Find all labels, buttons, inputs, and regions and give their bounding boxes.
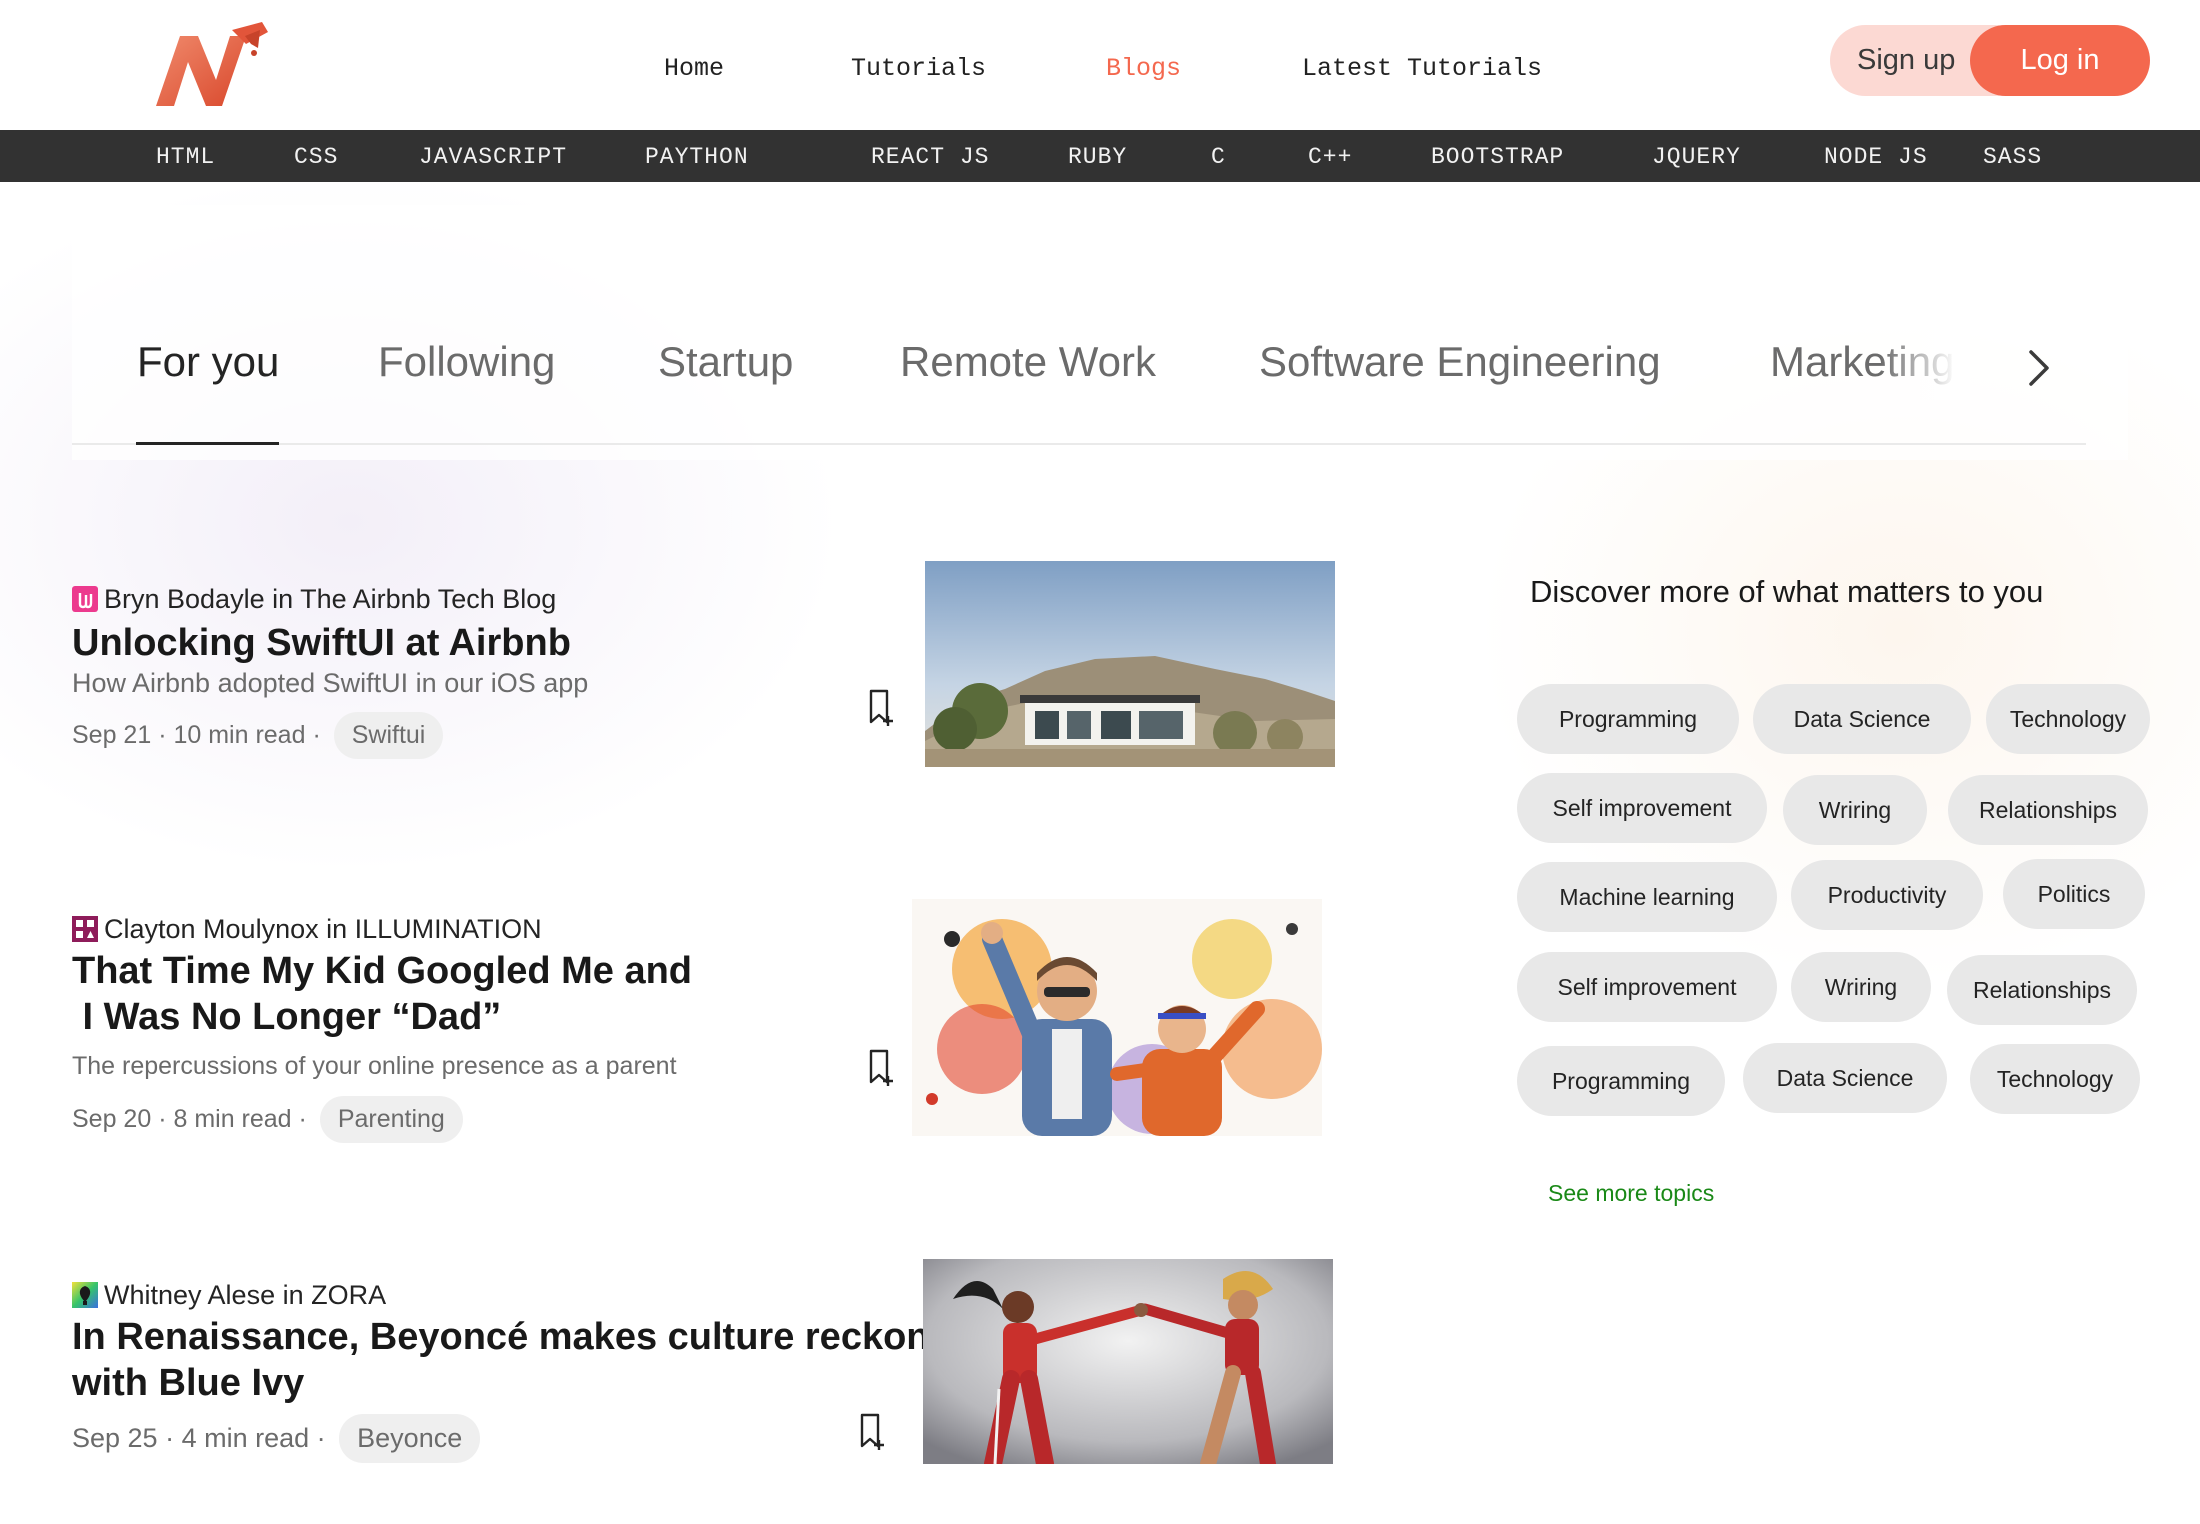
category-cpp[interactable]: C++ bbox=[1308, 144, 1352, 170]
topic-chip[interactable]: Programming bbox=[1517, 684, 1739, 754]
article-meta: Sep 25 · 4 min read · Beyonce bbox=[72, 1414, 481, 1463]
illumination-publication-icon bbox=[72, 916, 98, 942]
topic-chip[interactable]: Programming bbox=[1517, 1046, 1725, 1116]
topic-chip[interactable]: Data Science bbox=[1753, 684, 1971, 754]
article-subtitle: How Airbnb adopted SwiftUI in our iOS ap… bbox=[72, 668, 589, 698]
article-read-time: 8 min read bbox=[173, 1105, 292, 1133]
article-thumbnail[interactable] bbox=[923, 1259, 1333, 1464]
discover-title: Discover more of what matters to you bbox=[1530, 574, 2044, 609]
article-title-line: with Blue Ivy bbox=[72, 1362, 305, 1404]
airbnb-publication-icon bbox=[72, 586, 98, 612]
topic-chip[interactable]: Technology bbox=[1970, 1044, 2140, 1114]
topic-chip[interactable]: Relationships bbox=[1948, 775, 2148, 845]
tab-following[interactable]: Following bbox=[378, 338, 555, 386]
meta-separator: · bbox=[309, 1423, 334, 1453]
article-read-time: 10 min read bbox=[173, 721, 306, 749]
meta-separator: · bbox=[305, 721, 328, 749]
bookmark-add-icon[interactable] bbox=[857, 1412, 887, 1452]
topic-chip[interactable]: Relationships bbox=[1947, 955, 2137, 1025]
article-title[interactable]: Unlocking SwiftUI at Airbnb bbox=[72, 620, 571, 666]
login-button[interactable]: Log in bbox=[1970, 25, 2150, 96]
topic-chip[interactable]: Politics bbox=[2003, 859, 2145, 929]
article-read-time: 4 min read bbox=[181, 1423, 310, 1453]
category-bar: HTML CSS JAVASCRIPT PAYTHON REACT JS RUB… bbox=[0, 130, 2200, 182]
topic-chip[interactable]: Self improvement bbox=[1517, 773, 1767, 843]
meta-separator: · bbox=[151, 721, 174, 749]
topic-chip[interactable]: Machine learning bbox=[1517, 862, 1777, 932]
article-author-row[interactable]: Whitney Alese in ZORA bbox=[72, 1280, 386, 1311]
chevron-right-icon[interactable] bbox=[2022, 344, 2056, 392]
category-ruby[interactable]: RUBY bbox=[1068, 144, 1127, 170]
article-date: Sep 20 bbox=[72, 1105, 152, 1133]
topic-chip[interactable]: Self improvement bbox=[1517, 952, 1777, 1022]
article-date: Sep 21 bbox=[72, 721, 152, 749]
topic-chip[interactable]: Technology bbox=[1986, 684, 2150, 754]
article-author: Whitney Alese in ZORA bbox=[104, 1280, 387, 1310]
category-html[interactable]: HTML bbox=[156, 144, 215, 170]
category-c[interactable]: C bbox=[1211, 144, 1226, 170]
nav-home[interactable]: Home bbox=[664, 54, 724, 83]
meta-separator: · bbox=[157, 1423, 182, 1453]
nav-blogs[interactable]: Blogs bbox=[1106, 54, 1181, 83]
tab-startup[interactable]: Startup bbox=[658, 338, 793, 386]
article-title-line: That Time My Kid Googled Me and bbox=[72, 950, 693, 992]
article-tag[interactable]: Swiftui bbox=[333, 712, 444, 759]
brand-n-logo-icon[interactable] bbox=[150, 22, 272, 112]
article-title[interactable]: In Renaissance, Beyoncé makes culture re… bbox=[72, 1314, 930, 1406]
article-thumbnail[interactable] bbox=[925, 561, 1335, 767]
category-python[interactable]: PAYTHON bbox=[645, 144, 749, 170]
article-subtitle: The repercussions of your online presenc… bbox=[72, 1052, 677, 1080]
nav-tutorials[interactable]: Tutorials bbox=[851, 54, 986, 83]
nav-latest-tutorials[interactable]: Latest Tutorials bbox=[1302, 54, 1542, 83]
topic-chip[interactable]: Productivity bbox=[1791, 860, 1983, 930]
bookmark-add-icon[interactable] bbox=[866, 1048, 896, 1088]
category-node-js[interactable]: NODE JS bbox=[1824, 144, 1928, 170]
tabs-panel bbox=[72, 205, 2128, 460]
article-author: Bryn Bodayle in The Airbnb Tech Blog bbox=[104, 584, 557, 614]
tab-fade-overlay bbox=[1880, 330, 1970, 400]
article-meta: Sep 20 · 8 min read · Parenting bbox=[72, 1096, 463, 1143]
zora-publication-icon bbox=[72, 1282, 98, 1308]
article-title[interactable]: That Time My Kid Googled Me and I Was No… bbox=[72, 948, 692, 1040]
article-title-line: In Renaissance, Beyoncé makes culture re… bbox=[72, 1316, 930, 1358]
topic-chip[interactable]: Data Science bbox=[1743, 1043, 1947, 1113]
article-tag[interactable]: Parenting bbox=[319, 1096, 463, 1143]
bookmark-add-icon[interactable] bbox=[866, 688, 896, 728]
article-thumbnail[interactable] bbox=[912, 899, 1322, 1136]
article-author-row[interactable]: Bryn Bodayle in The Airbnb Tech Blog bbox=[72, 584, 556, 615]
article-title-line: I Was No Longer “Dad” bbox=[72, 996, 502, 1038]
meta-separator: · bbox=[291, 1105, 314, 1133]
article-title-line: Unlocking SwiftUI at Airbnb bbox=[72, 622, 571, 664]
topic-chip[interactable]: Wriring bbox=[1783, 775, 1927, 845]
article-date: Sep 25 bbox=[72, 1423, 158, 1453]
site-header: Home Tutorials Blogs Latest Tutorials Si… bbox=[0, 0, 2200, 130]
category-react-js[interactable]: REACT JS bbox=[871, 144, 989, 170]
auth-buttons: Sign up Log in bbox=[1830, 25, 2150, 96]
article-author-row[interactable]: Clayton Moulynox in ILLUMINATION bbox=[72, 914, 542, 945]
category-css[interactable]: CSS bbox=[294, 144, 338, 170]
meta-separator: · bbox=[151, 1105, 174, 1133]
category-sass[interactable]: SASS bbox=[1983, 144, 2042, 170]
tab-software-engineering[interactable]: Software Engineering bbox=[1259, 338, 1661, 386]
category-jquery[interactable]: JQUERY bbox=[1652, 144, 1741, 170]
tab-for-you[interactable]: For you bbox=[137, 338, 279, 386]
article-tag[interactable]: Beyonce bbox=[339, 1414, 481, 1463]
see-more-topics-link[interactable]: See more topics bbox=[1548, 1180, 1714, 1207]
topic-chip[interactable]: Wriring bbox=[1791, 952, 1931, 1022]
tabs-divider bbox=[72, 443, 2086, 445]
category-bootstrap[interactable]: BOOTSTRAP bbox=[1431, 144, 1564, 170]
tab-remote-work[interactable]: Remote Work bbox=[900, 338, 1156, 386]
category-javascript[interactable]: JAVASCRIPT bbox=[419, 144, 567, 170]
tab-active-indicator bbox=[136, 442, 279, 445]
article-meta: Sep 21 · 10 min read · Swiftui bbox=[72, 712, 444, 759]
article-author: Clayton Moulynox in ILLUMINATION bbox=[104, 914, 542, 944]
